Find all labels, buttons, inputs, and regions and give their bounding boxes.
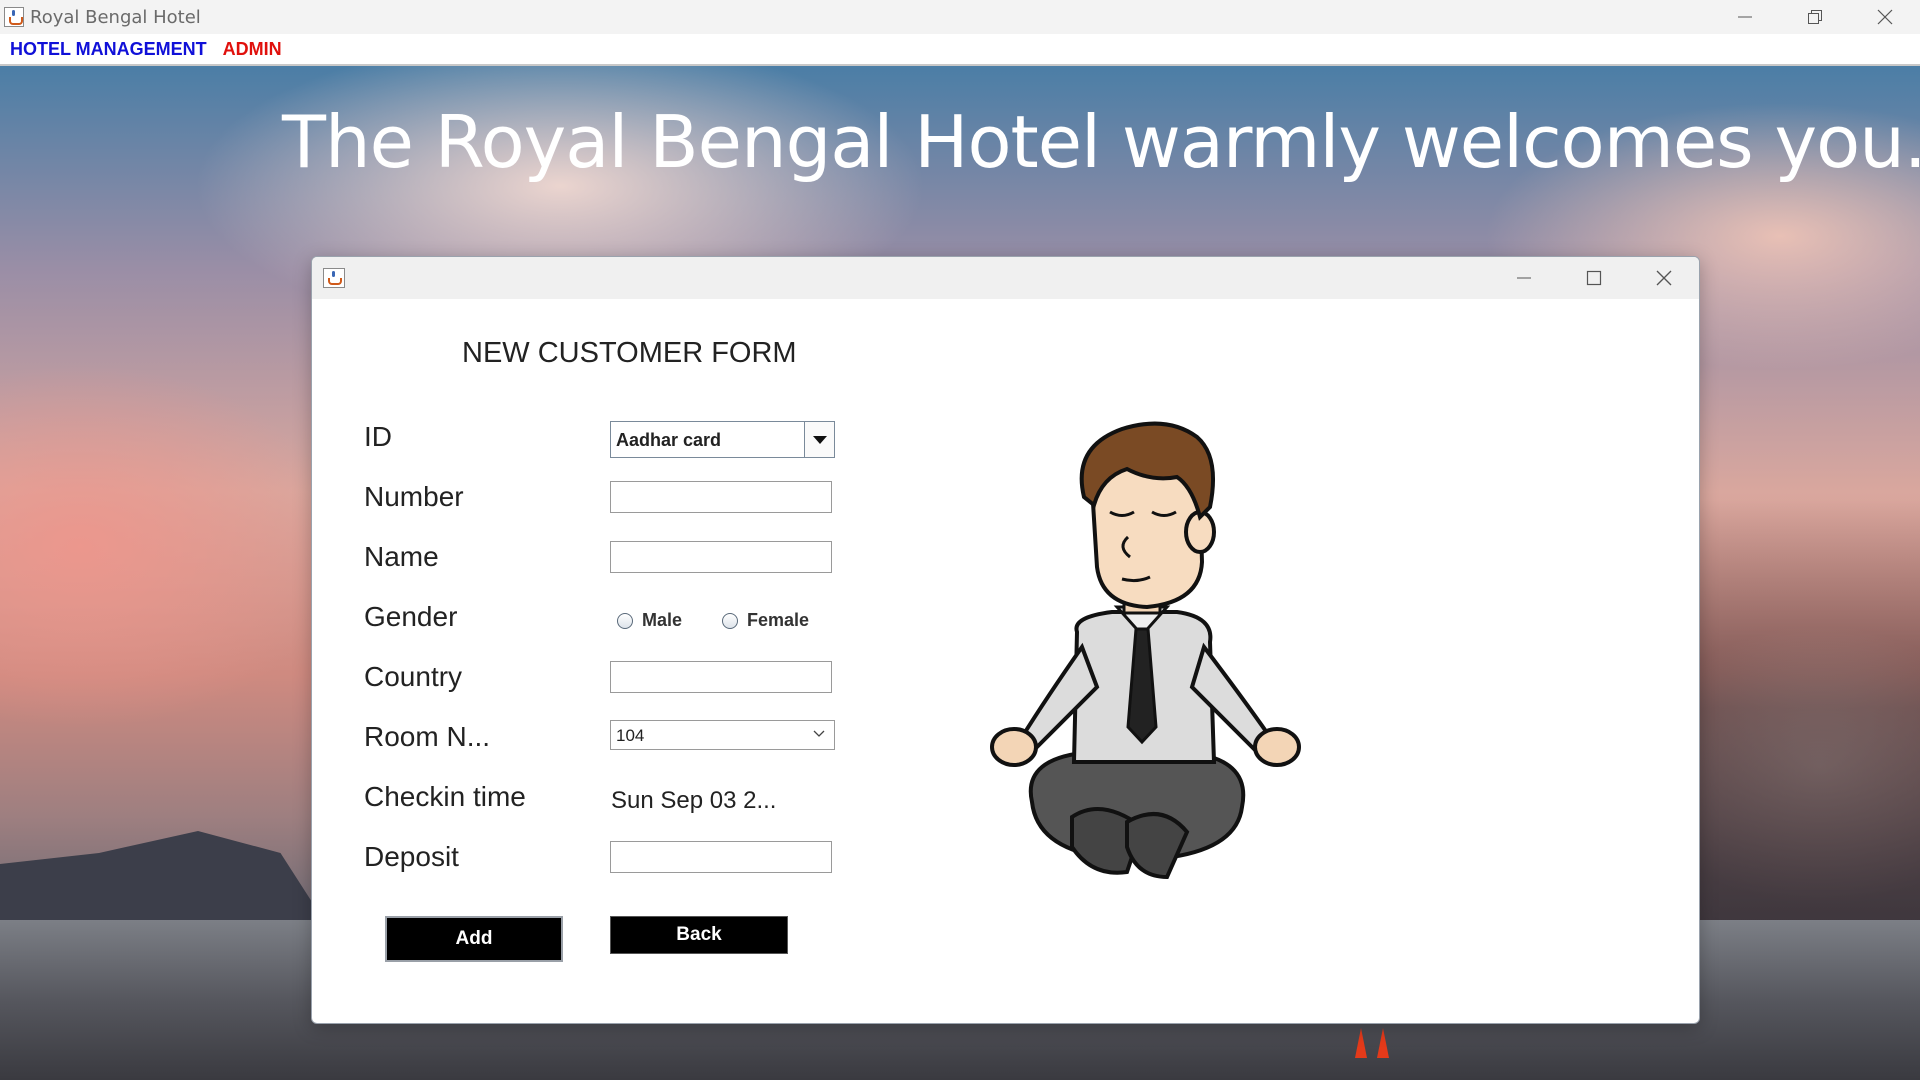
name-label: Name [364, 541, 439, 572]
window-titlebar: Royal Bengal Hotel [0, 0, 1920, 34]
traffic-cones [1355, 1018, 1395, 1058]
chevron-down-icon [813, 730, 825, 737]
checkin-label: Checkin time [364, 781, 526, 812]
close-button[interactable] [1850, 0, 1920, 34]
dialog-close-button[interactable] [1629, 257, 1699, 299]
deposit-input[interactable] [610, 841, 832, 873]
id-label: ID [364, 421, 392, 452]
gender-male-label: Male [642, 610, 683, 630]
dialog-controls [1489, 257, 1699, 299]
minimize-icon [1738, 16, 1752, 18]
gender-label: Gender [364, 601, 458, 632]
number-input[interactable] [610, 481, 832, 513]
room-number-dropdown[interactable]: 104 [610, 720, 835, 750]
number-label: Number [364, 481, 464, 512]
id-type-dropdown[interactable]: Aadhar card [610, 421, 835, 458]
form-title: NEW CUSTOMER FORM [462, 337, 797, 369]
window-controls [1710, 0, 1920, 34]
radio-circle [617, 612, 633, 629]
checkin-time-value: Sun Sep 03 2... [611, 787, 777, 814]
room-label: Room N... [364, 721, 491, 752]
new-customer-dialog: NEW CUSTOMER FORM ID Aadhar card Number … [311, 256, 1700, 1024]
restore-icon [1808, 10, 1822, 24]
meditating-man-illustration [990, 421, 1301, 880]
name-input[interactable] [610, 541, 832, 573]
add-button[interactable]: Add [385, 916, 563, 962]
close-icon [1656, 270, 1672, 286]
dialog-minimize-button[interactable] [1489, 257, 1559, 299]
menu-hotel-management[interactable]: HOTEL MANAGEMENT [10, 39, 207, 60]
gender-female-label: Female [747, 610, 810, 630]
menubar: HOTEL MANAGEMENT ADMIN [0, 34, 1920, 66]
id-type-value: Aadhar card [616, 430, 722, 450]
country-input[interactable] [610, 661, 832, 693]
gender-male-radio[interactable]: Male [617, 610, 682, 631]
minimize-button[interactable] [1710, 0, 1780, 34]
maximize-icon [1586, 270, 1602, 286]
window-title: Royal Bengal Hotel [30, 6, 201, 28]
country-label: Country [364, 661, 463, 692]
back-button[interactable]: Back [610, 916, 788, 954]
dropdown-arrow-icon[interactable] [804, 422, 834, 457]
radio-circle [722, 612, 738, 629]
welcome-heading: The Royal Bengal Hotel warmly welcomes y… [282, 100, 1920, 184]
gender-female-radio[interactable]: Female [722, 610, 809, 631]
dialog-maximize-button[interactable] [1559, 257, 1629, 299]
dialog-titlebar [312, 257, 1699, 299]
close-icon [1877, 9, 1893, 25]
java-app-icon [323, 268, 345, 288]
minimize-icon [1517, 277, 1531, 279]
room-number-value: 104 [616, 726, 645, 745]
menu-admin[interactable]: ADMIN [223, 39, 282, 60]
restore-button[interactable] [1780, 0, 1850, 34]
java-app-icon [4, 7, 24, 27]
deposit-label: Deposit [364, 841, 459, 872]
island-silhouette [0, 831, 330, 930]
